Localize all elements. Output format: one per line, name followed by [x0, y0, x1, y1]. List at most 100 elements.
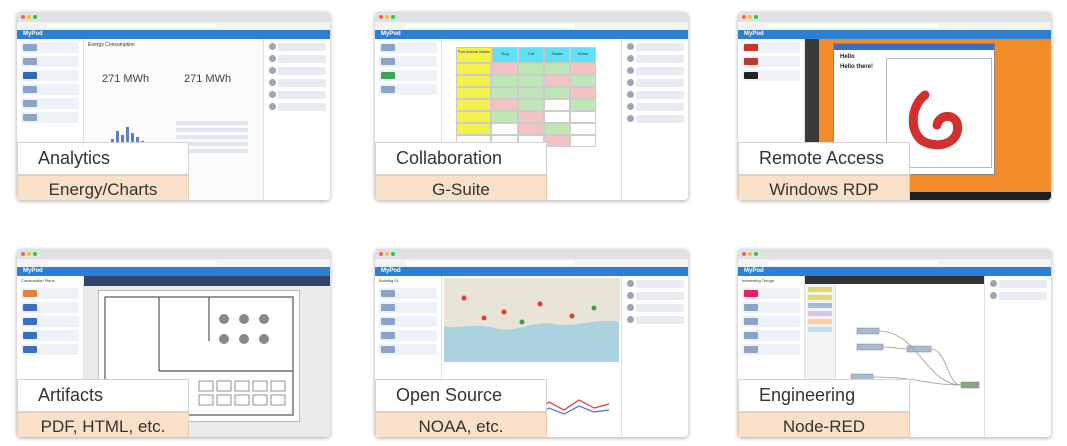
browser-chrome — [17, 12, 330, 22]
minimize-window-icon[interactable] — [748, 15, 752, 19]
kpi-total: 271 MWh — [102, 73, 150, 85]
pdf-toolbar — [84, 276, 330, 286]
tile-subtitle: Node-RED — [738, 412, 910, 437]
minimize-window-icon[interactable] — [27, 15, 31, 19]
sidebar-item[interactable] — [21, 84, 79, 95]
sidebar-item[interactable] — [379, 316, 437, 327]
maximize-window-icon[interactable] — [33, 252, 37, 256]
sidebar-item[interactable] — [379, 288, 437, 299]
browser-chrome — [375, 12, 688, 22]
sidebar-item[interactable] — [21, 344, 79, 355]
close-window-icon[interactable] — [21, 15, 25, 19]
sidebar-item[interactable] — [379, 70, 437, 81]
sidebar-item[interactable] — [742, 42, 800, 53]
chat-panel — [984, 276, 1051, 437]
sidebar-item[interactable] — [379, 56, 437, 67]
sidebar-item[interactable] — [21, 56, 79, 67]
kpi-peak: 271 MWh — [184, 73, 232, 85]
app-brand: MyPod — [744, 31, 764, 37]
browser-chrome — [738, 12, 1051, 22]
maximize-window-icon[interactable] — [391, 15, 395, 19]
sidebar-item[interactable] — [379, 84, 437, 95]
sidebar-item[interactable] — [21, 112, 79, 123]
doc-line-1: Hello — [840, 54, 855, 60]
sidebar-item[interactable] — [21, 98, 79, 109]
tile-artifacts[interactable]: MyPod Construction Plans Artifacts PDF, … — [17, 249, 330, 437]
maximize-window-icon[interactable] — [754, 15, 758, 19]
app-brand: MyPod — [381, 268, 401, 274]
minimize-window-icon[interactable] — [385, 15, 389, 19]
sidebar-item[interactable] — [742, 302, 800, 313]
sheet-header-cell: Cat — [518, 47, 544, 63]
tile-analytics[interactable]: MyPod Energy Consumption 271 MWh 271 MWh — [17, 12, 330, 200]
app-header: MyPod — [375, 30, 688, 39]
maximize-window-icon[interactable] — [33, 15, 37, 19]
close-window-icon[interactable] — [379, 15, 383, 19]
sidebar-item[interactable] — [21, 288, 79, 299]
sheet-header-cell: Pod Animal Matrix — [456, 47, 492, 63]
tile-collaboration[interactable]: MyPod Pod Animal Matrix Dog Cat Snake Ho… — [375, 12, 688, 200]
sidebar-item[interactable] — [21, 42, 79, 53]
map-view[interactable] — [444, 278, 620, 362]
minimize-window-icon[interactable] — [748, 252, 752, 256]
close-window-icon[interactable] — [742, 252, 746, 256]
browser-chrome — [738, 249, 1051, 259]
app-brand: MyPod — [381, 31, 401, 37]
sidebar-item[interactable] — [21, 330, 79, 341]
minimize-window-icon[interactable] — [385, 252, 389, 256]
app-brand: MyPod — [23, 268, 43, 274]
app-header: MyPod — [17, 267, 330, 276]
tile-title: Remote Access — [738, 142, 910, 175]
coastline-map — [444, 278, 620, 330]
tile-subtitle: Energy/Charts — [17, 175, 189, 200]
sidebar-item[interactable] — [379, 330, 437, 341]
app-brand: MyPod — [744, 268, 764, 274]
close-window-icon[interactable] — [21, 252, 25, 256]
sidebar-item[interactable] — [379, 344, 437, 355]
sheet-header-cell: Snake — [544, 47, 570, 63]
app-brand: MyPod — [23, 31, 43, 37]
app-header: MyPod — [375, 267, 688, 276]
doc-line-2: Hello there! — [840, 64, 874, 70]
sidebar-item[interactable] — [21, 316, 79, 327]
sidebar-item[interactable] — [742, 330, 800, 341]
app-header: MyPod — [738, 267, 1051, 276]
sidebar-item[interactable] — [742, 56, 800, 67]
tile-title: Open Source — [375, 379, 547, 412]
node-red-header — [805, 276, 984, 284]
app-header: MyPod — [17, 30, 330, 39]
sheet-header-cell: Horse — [570, 47, 596, 63]
maximize-window-icon[interactable] — [391, 252, 395, 256]
sidebar-item[interactable] — [742, 316, 800, 327]
sheet-grid — [456, 63, 596, 147]
sidebar-item[interactable] — [21, 302, 79, 313]
tile-open-source[interactable]: MyPod Building 01 Open Source NOAA, etc. — [375, 249, 688, 437]
tile-subtitle: NOAA, etc. — [375, 412, 547, 437]
tile-remote-access[interactable]: MyPod Hello Hello there! Remote Access W… — [738, 12, 1051, 200]
sidebar-title: Construction Plans — [21, 278, 55, 283]
minimize-window-icon[interactable] — [27, 252, 31, 256]
browser-chrome — [17, 249, 330, 259]
close-window-icon[interactable] — [742, 15, 746, 19]
panel-title: Energy Consumption — [88, 42, 135, 48]
sidebar-item[interactable] — [21, 70, 79, 81]
tile-title: Engineering — [738, 379, 910, 412]
chat-panel — [621, 276, 688, 437]
sidebar-item[interactable] — [742, 70, 800, 81]
tile-engineering[interactable]: MyPod Interesting Things Engineering Nod… — [738, 249, 1051, 437]
tile-title: Artifacts — [17, 379, 189, 412]
tile-title: Collaboration — [375, 142, 547, 175]
tile-subtitle: Windows RDP — [738, 175, 910, 200]
sidebar-item[interactable] — [742, 344, 800, 355]
browser-chrome — [375, 249, 688, 259]
tile-title: Analytics — [17, 142, 189, 175]
sidebar-item[interactable] — [379, 42, 437, 53]
app-header: MyPod — [738, 30, 1051, 39]
tile-subtitle: PDF, HTML, etc. — [17, 412, 189, 437]
chat-panel — [621, 39, 688, 200]
sidebar-item[interactable] — [379, 302, 437, 313]
tile-subtitle: G-Suite — [375, 175, 547, 200]
sidebar-item[interactable] — [742, 288, 800, 299]
close-window-icon[interactable] — [379, 252, 383, 256]
maximize-window-icon[interactable] — [754, 252, 758, 256]
